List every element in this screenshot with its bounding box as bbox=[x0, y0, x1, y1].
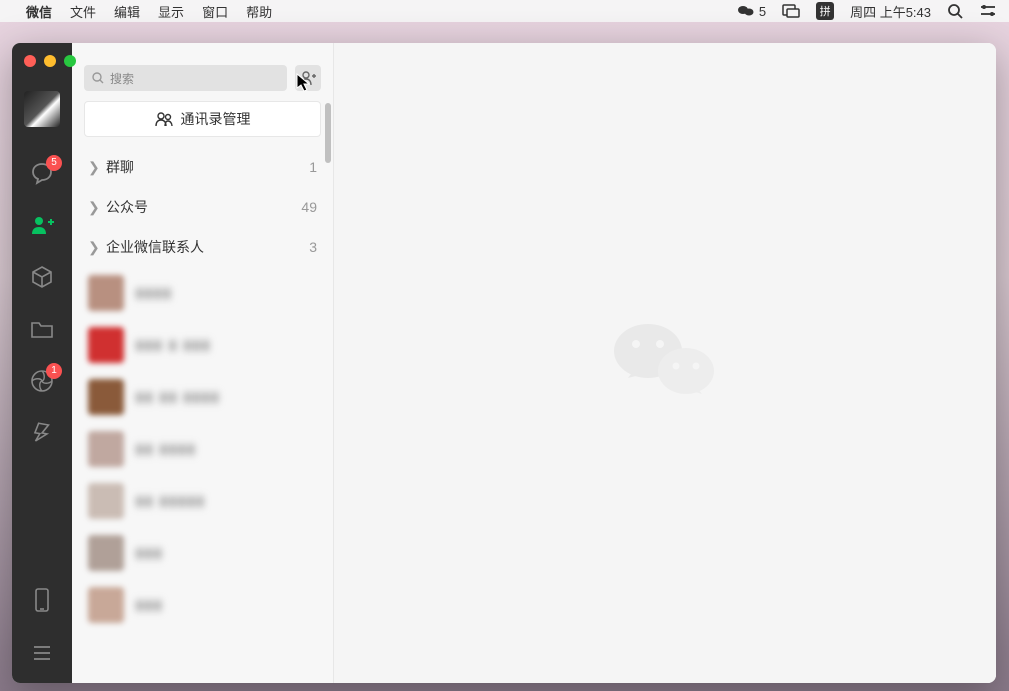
contact-name: ▮▮▮ ▮ ▮▮▮ bbox=[136, 337, 211, 353]
contact-avatar bbox=[88, 431, 124, 467]
collections-icon[interactable] bbox=[28, 263, 56, 291]
status-screen-icon[interactable] bbox=[782, 4, 800, 18]
chevron-right-icon: ❯ bbox=[88, 239, 96, 256]
section-official-accounts[interactable]: ❯ 公众号 49 bbox=[72, 187, 333, 227]
menu-app[interactable]: 微信 bbox=[26, 2, 52, 21]
traffic-lights bbox=[24, 55, 76, 67]
mac-menubar: 微信 文件 编辑 显示 窗口 帮助 5 拼 周四 上午5:43 bbox=[0, 0, 1009, 22]
contact-name: ▮▮ ▮▮▮▮ bbox=[136, 441, 197, 457]
search-input[interactable]: 搜索 bbox=[84, 65, 287, 91]
menu-view[interactable]: 显示 bbox=[158, 2, 184, 21]
contact-name: ▮▮ ▮▮▮▮▮ bbox=[136, 493, 206, 509]
menu-edit[interactable]: 编辑 bbox=[114, 2, 140, 21]
menu-window[interactable]: 窗口 bbox=[202, 2, 228, 21]
phone-icon[interactable] bbox=[28, 587, 56, 615]
miniprogram-icon[interactable] bbox=[28, 419, 56, 447]
contact-name: ▮▮▮▮ bbox=[136, 285, 173, 301]
contact-avatar bbox=[88, 483, 124, 519]
contact-name: ▮▮▮ bbox=[136, 597, 163, 613]
wechat-window: 5 1 搜索 bbox=[12, 43, 996, 683]
contact-row[interactable]: ▮▮▮ bbox=[72, 579, 333, 631]
contact-avatar bbox=[88, 327, 124, 363]
minimize-button[interactable] bbox=[44, 55, 56, 67]
contact-row[interactable]: ▮▮ ▮▮ ▮▮▮▮ bbox=[72, 371, 333, 423]
chats-icon[interactable]: 5 bbox=[28, 159, 56, 187]
contacts-list[interactable]: ▮▮▮▮ ▮▮▮ ▮ ▮▮▮ ▮▮ ▮▮ ▮▮▮▮ ▮▮ ▮▮▮▮ ▮▮ ▮▮▮▮▮ ▮▮… bbox=[72, 267, 333, 683]
section-work-contacts[interactable]: ❯ 企业微信联系人 3 bbox=[72, 227, 333, 267]
contacts-icon[interactable] bbox=[28, 211, 56, 239]
contact-name: ▮▮▮ bbox=[136, 545, 163, 561]
search-placeholder: 搜索 bbox=[110, 70, 134, 87]
menu-icon[interactable] bbox=[28, 639, 56, 667]
contact-avatar bbox=[88, 379, 124, 415]
contact-row[interactable]: ▮▮ ▮▮▮▮▮ bbox=[72, 475, 333, 527]
menu-help[interactable]: 帮助 bbox=[246, 2, 272, 21]
files-icon[interactable] bbox=[28, 315, 56, 343]
search-icon bbox=[92, 72, 104, 84]
status-wechat-icon[interactable]: 5 bbox=[737, 4, 766, 19]
contacts-sidebar: 搜索 通讯录管理 ❯ 群聊 1 ❯ 公众号 49 ❯ 企业微信联系人 3 ▮▮▮… bbox=[72, 43, 334, 683]
zoom-button[interactable] bbox=[64, 55, 76, 67]
moments-icon[interactable]: 1 bbox=[28, 367, 56, 395]
status-datetime[interactable]: 周四 上午5:43 bbox=[850, 2, 931, 21]
contact-name: ▮▮ ▮▮ ▮▮▮▮ bbox=[136, 389, 220, 405]
manage-contacts-button[interactable]: 通讯录管理 bbox=[84, 101, 321, 137]
user-avatar[interactable] bbox=[24, 91, 60, 127]
add-friend-button[interactable] bbox=[295, 65, 321, 91]
status-control-center-icon[interactable] bbox=[979, 4, 997, 18]
contact-avatar bbox=[88, 587, 124, 623]
contact-avatar bbox=[88, 275, 124, 311]
manage-label: 通讯录管理 bbox=[181, 109, 251, 129]
scrollbar[interactable] bbox=[325, 103, 331, 163]
contact-avatar bbox=[88, 535, 124, 571]
status-search-icon[interactable] bbox=[947, 3, 963, 19]
chevron-right-icon: ❯ bbox=[88, 199, 96, 216]
detail-pane bbox=[334, 43, 996, 683]
contact-row[interactable]: ▮▮ ▮▮▮▮ bbox=[72, 423, 333, 475]
section-group-chats[interactable]: ❯ 群聊 1 bbox=[72, 147, 333, 187]
contact-row[interactable]: ▮▮▮ bbox=[72, 527, 333, 579]
moments-badge: 1 bbox=[46, 363, 62, 379]
contact-row[interactable]: ▮▮▮▮ bbox=[72, 267, 333, 319]
contact-row[interactable]: ▮▮▮ ▮ ▮▮▮ bbox=[72, 319, 333, 371]
close-button[interactable] bbox=[24, 55, 36, 67]
status-ime-count: 5 bbox=[759, 4, 766, 19]
status-ime-badge[interactable]: 拼 bbox=[816, 2, 834, 20]
chats-badge: 5 bbox=[46, 155, 62, 171]
menu-file[interactable]: 文件 bbox=[70, 2, 96, 21]
wechat-logo-icon bbox=[610, 316, 720, 411]
chevron-right-icon: ❯ bbox=[88, 159, 96, 176]
people-icon bbox=[155, 111, 173, 127]
left-rail: 5 1 bbox=[12, 43, 72, 683]
